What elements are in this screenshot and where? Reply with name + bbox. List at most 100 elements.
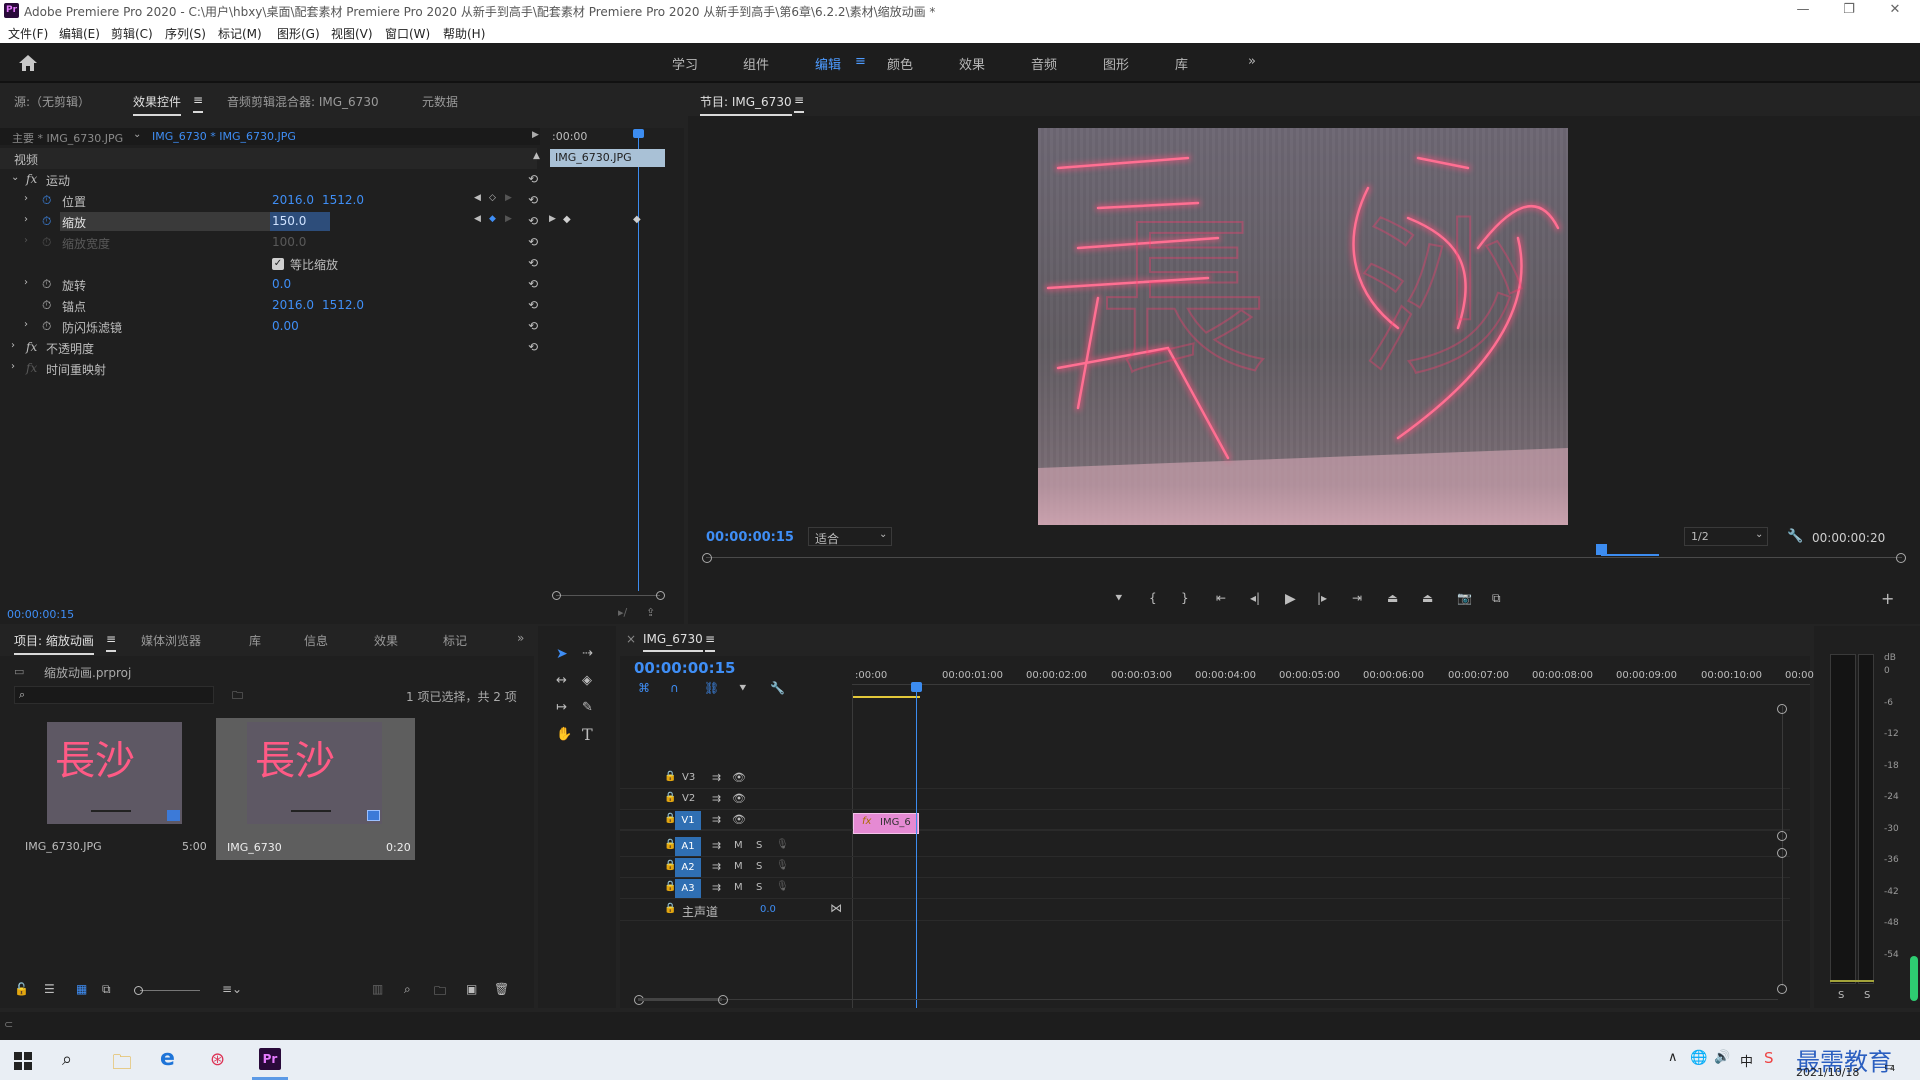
volume-icon[interactable]: 🔊 bbox=[1714, 1050, 1730, 1065]
anchor-y-value[interactable]: 1512.0 bbox=[322, 298, 364, 312]
restore-icon[interactable]: ❐ bbox=[1826, 0, 1872, 21]
workspace-menu-icon[interactable]: ≡ bbox=[855, 54, 866, 69]
workspace-effects[interactable]: 效果 bbox=[959, 54, 985, 73]
zoom-handle-left[interactable] bbox=[552, 591, 561, 600]
goto-end-icon[interactable]: ⋈ bbox=[830, 901, 842, 915]
new-bin-icon[interactable]: 🗀 bbox=[434, 982, 446, 1003]
new-search-bin-icon[interactable]: 🗀 bbox=[232, 687, 243, 706]
close-tab-icon[interactable]: × bbox=[626, 632, 636, 646]
prev-keyframe-icon[interactable]: ◀ bbox=[474, 214, 481, 224]
reset-icon[interactable]: ⟲ bbox=[528, 298, 538, 312]
file-explorer-icon[interactable]: 🗀 bbox=[112, 1048, 132, 1080]
expand-right-icon[interactable]: ▶ bbox=[532, 130, 539, 140]
scroll-handle-bottom[interactable] bbox=[1777, 984, 1787, 994]
tab-info[interactable]: 信息 bbox=[304, 632, 328, 649]
menu-sequence[interactable]: 序列(S) bbox=[165, 25, 206, 42]
expand-icon[interactable]: › bbox=[24, 193, 28, 204]
type-tool-icon[interactable]: T bbox=[582, 725, 593, 744]
stopwatch-icon[interactable]: ⏱ bbox=[42, 193, 51, 208]
workspace-color[interactable]: 颜色 bbox=[887, 54, 913, 73]
reset-icon[interactable]: ⟲ bbox=[528, 277, 538, 291]
tab-source[interactable]: 源:（无剪辑） bbox=[14, 93, 90, 110]
workspace-editing[interactable]: 编辑 bbox=[815, 54, 841, 73]
stopwatch-icon[interactable]: ⏱ bbox=[42, 277, 51, 292]
thumbnail-size-slider[interactable] bbox=[140, 990, 200, 991]
expand-icon[interactable]: › bbox=[11, 361, 15, 372]
find-icon[interactable]: ⌕ bbox=[404, 982, 411, 997]
mini-playhead-handle[interactable] bbox=[633, 129, 644, 138]
home-icon[interactable] bbox=[18, 54, 38, 72]
freeform-view-icon[interactable]: ⧉ bbox=[102, 982, 111, 997]
reset-icon[interactable]: ⟲ bbox=[528, 172, 538, 186]
collapse-up-icon[interactable]: ▲ bbox=[533, 151, 540, 161]
track-label-v1[interactable]: V1 bbox=[675, 811, 701, 830]
reset-icon[interactable]: ⟲ bbox=[528, 319, 538, 333]
microphone-icon[interactable]: 🎙 bbox=[776, 881, 789, 892]
tab-project[interactable]: 项目: 缩放动画 bbox=[14, 632, 94, 655]
sync-lock-icon[interactable]: ⇉ bbox=[712, 813, 721, 826]
lock-icon[interactable]: 🔒 bbox=[664, 792, 676, 803]
antiflicker-value[interactable]: 0.00 bbox=[272, 319, 299, 333]
mark-out-icon[interactable]: } bbox=[1181, 591, 1189, 605]
lock-icon[interactable]: 🔒 bbox=[664, 903, 676, 914]
work-area-bar[interactable] bbox=[852, 696, 920, 698]
ripple-edit-icon[interactable]: ↔ bbox=[556, 673, 567, 688]
keyframe-diamond-icon[interactable]: ◆ bbox=[633, 214, 641, 225]
menu-window[interactable]: 窗口(W) bbox=[385, 25, 430, 42]
filter-icon[interactable]: ▸/ bbox=[618, 606, 627, 619]
master-clip-label[interactable]: 主要 * IMG_6730.JPG bbox=[12, 130, 123, 146]
prev-keyframe-icon[interactable]: ◀ bbox=[474, 193, 481, 203]
wrench-icon[interactable]: 🔧 bbox=[770, 681, 785, 695]
next-keyframe-icon[interactable]: ▶ bbox=[505, 193, 512, 203]
timeline-playhead-handle[interactable] bbox=[911, 682, 922, 692]
panel-menu-icon[interactable]: ≡ bbox=[705, 632, 716, 652]
microphone-icon[interactable]: 🎙 bbox=[776, 839, 789, 850]
track-label-a1[interactable]: A1 bbox=[675, 837, 701, 856]
sequence-clip-label[interactable]: IMG_6730 * IMG_6730.JPG bbox=[152, 130, 296, 143]
lift-icon[interactable]: ⏏ bbox=[1387, 591, 1398, 605]
minimize-icon[interactable]: — bbox=[1780, 0, 1826, 21]
more-workspaces-icon[interactable]: » bbox=[1248, 54, 1256, 69]
uniform-scale-checkbox[interactable]: ✓ bbox=[272, 258, 284, 270]
tab-sequence[interactable]: IMG_6730 bbox=[643, 632, 703, 652]
export-icon[interactable]: ⇪ bbox=[646, 606, 655, 619]
tab-markers[interactable]: 标记 bbox=[443, 632, 467, 649]
fit-dropdown[interactable]: 适合 ⌄ bbox=[808, 527, 892, 546]
video-frame[interactable]: 長 沙 bbox=[1038, 128, 1568, 525]
new-item-icon[interactable]: ▣ bbox=[466, 982, 477, 996]
pen-tool-icon[interactable]: ✎ bbox=[582, 700, 593, 715]
lock-icon[interactable]: 🔒 bbox=[664, 771, 676, 782]
tab-effect-controls[interactable]: 效果控件 bbox=[133, 93, 182, 116]
tab-libraries[interactable]: 库 bbox=[249, 632, 261, 649]
workspace-audio[interactable]: 音频 bbox=[1031, 54, 1057, 73]
eye-icon[interactable]: 👁 bbox=[732, 813, 746, 826]
expand-icon[interactable]: › bbox=[11, 340, 15, 351]
playback-resolution-dropdown[interactable]: 1/2 ⌄ bbox=[1684, 527, 1768, 546]
program-timecode[interactable]: 00:00:00:15 bbox=[706, 530, 794, 545]
tab-metadata[interactable]: 元数据 bbox=[422, 93, 458, 110]
expand-icon[interactable]: › bbox=[24, 319, 28, 330]
zoom-handle-right[interactable] bbox=[656, 591, 665, 600]
expand-icon[interactable]: › bbox=[24, 214, 28, 225]
panel-menu-icon[interactable]: ≡ bbox=[794, 93, 805, 113]
reset-icon[interactable]: ⟲ bbox=[528, 214, 538, 228]
master-volume-value[interactable]: 0.0 bbox=[760, 904, 776, 915]
wrench-icon[interactable]: 🔧 bbox=[1787, 529, 1803, 544]
menu-markers[interactable]: 标记(M) bbox=[218, 25, 262, 42]
panel-menu-icon[interactable]: ≡ bbox=[193, 93, 204, 113]
zoom-handle-right[interactable] bbox=[1896, 553, 1906, 563]
mute-button[interactable]: M bbox=[734, 882, 743, 893]
menu-graphics[interactable]: 图形(G) bbox=[277, 25, 320, 42]
scroll-handle-top[interactable] bbox=[1777, 704, 1787, 714]
reset-icon[interactable]: ⟲ bbox=[528, 340, 538, 354]
automate-icon[interactable]: ▥ bbox=[372, 982, 383, 996]
position-x-value[interactable]: 2016.0 bbox=[272, 193, 314, 207]
close-icon[interactable]: ✕ bbox=[1872, 0, 1918, 21]
next-keyframe-icon[interactable]: ▶ bbox=[505, 214, 512, 224]
horizontal-scrollbar[interactable] bbox=[638, 999, 1778, 1000]
play-icon[interactable]: ▶ bbox=[1285, 591, 1296, 607]
timeline-clip[interactable]: fx IMG_6 bbox=[853, 813, 919, 834]
add-marker-icon[interactable]: ⯆ bbox=[1114, 591, 1124, 606]
hscroll-handle-right[interactable] bbox=[718, 995, 728, 1005]
workspace-graphics[interactable]: 图形 bbox=[1103, 54, 1129, 73]
